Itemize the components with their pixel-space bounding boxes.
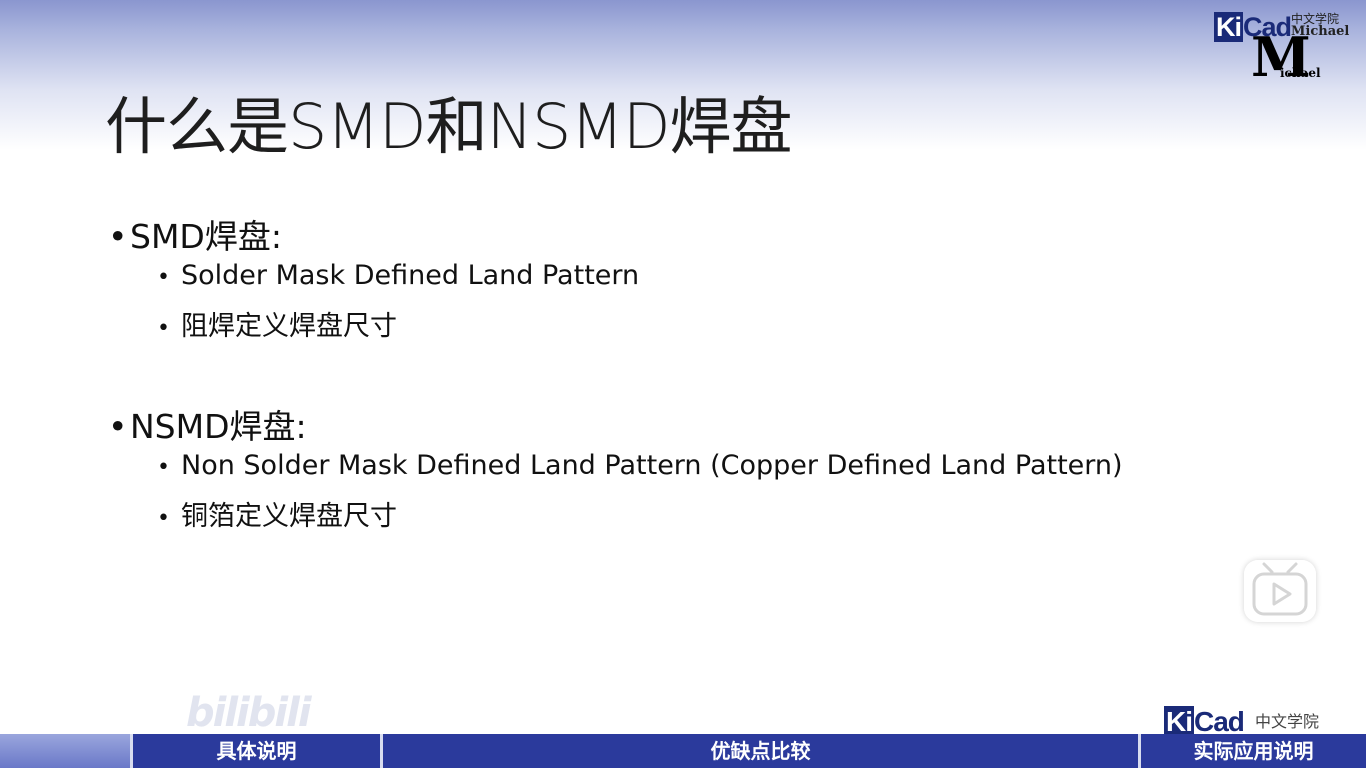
bilibili-watermark: bilibili [186, 690, 312, 736]
list-item-text: Non Solder Mask Defined Land Pattern (Co… [181, 450, 1123, 481]
list-item-text: 阻焊定义焊盘尺寸 [181, 311, 397, 342]
bullet-icon: • [157, 265, 170, 290]
list-item: • 阻焊定义焊盘尺寸 [157, 304, 397, 343]
kicad-logo: KiCad 中文学院 Michael M ichael [1214, 8, 1359, 88]
section-heading-text: NSMD焊盘: [130, 407, 307, 446]
kicad-logo-bottom: KiCad 中文学院 [1160, 706, 1360, 737]
list-item: • Solder Mask Defined Land Pattern [157, 260, 639, 291]
nav-tab-details[interactable]: 具体说明 [133, 734, 380, 768]
bottom-nav-bar: 具体说明 优缺点比较 实际应用说明 [0, 734, 1366, 768]
list-item: • 铜箔定义焊盘尺寸 [157, 494, 397, 533]
nav-left-block [0, 734, 130, 768]
list-item-text: 铜箔定义焊盘尺寸 [181, 501, 397, 532]
section-heading-nsmd: •NSMD焊盘: [108, 400, 307, 448]
bullet-icon: • [108, 217, 128, 256]
logo-m-subtext: ichael [1280, 66, 1321, 80]
section-heading-text: SMD焊盘: [130, 217, 282, 256]
logo-chinese-text: 中文学院 [1255, 712, 1320, 731]
bullet-icon: • [108, 407, 128, 446]
slide-title: 什么是SMD和NSMD焊盘 [105, 90, 793, 163]
bullet-icon: • [157, 316, 170, 341]
list-item-text: Solder Mask Defined Land Pattern [181, 260, 640, 291]
section-heading-smd: •SMD焊盘: [108, 210, 282, 258]
nav-tab-application[interactable]: 实际应用说明 [1141, 734, 1366, 768]
nav-tab-comparison[interactable]: 优缺点比较 [383, 734, 1138, 768]
bullet-icon: • [157, 455, 170, 480]
list-item: • Non Solder Mask Defined Land Pattern (C… [157, 450, 1123, 481]
slide-canvas: KiCad 中文学院 Michael M ichael 什么是SMD和NSMD焊… [0, 0, 1366, 768]
play-icon[interactable] [1244, 560, 1316, 622]
bullet-icon: • [157, 506, 170, 531]
